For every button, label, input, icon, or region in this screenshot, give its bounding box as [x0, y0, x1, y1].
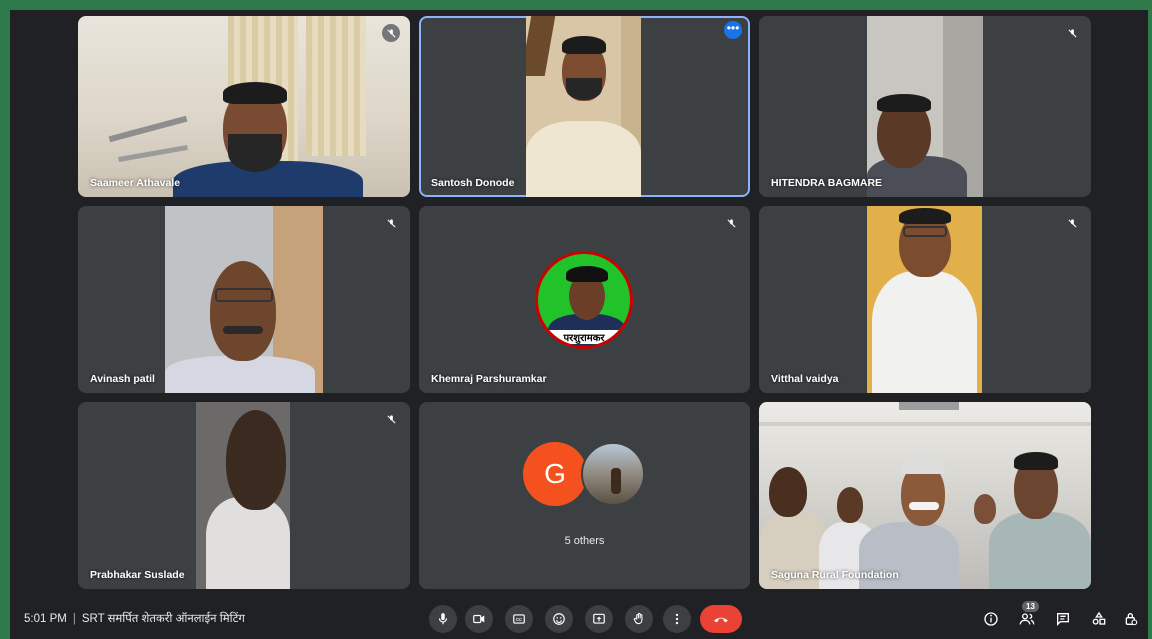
participant-name: Santosh Donode	[431, 177, 515, 189]
meeting-time: 5:01 PM	[24, 613, 67, 625]
people-icon	[1019, 613, 1035, 625]
participant-name: Prabhakar Suslade	[90, 569, 185, 581]
muted-mic-icon	[382, 214, 400, 232]
participant-tile[interactable]: Saameer Athavale	[78, 16, 410, 197]
participant-tile[interactable]: Prabhakar Suslade	[78, 402, 410, 589]
bottom-toolbar: 5:01 PM | SRT समर्पित शेतकरी ऑनलाईन मिटिंग…	[10, 597, 1148, 639]
more-options-button[interactable]	[663, 605, 691, 633]
participant-tile[interactable]: परशुरामकर Khemraj Parshuramkar	[419, 206, 750, 393]
muted-mic-icon	[382, 410, 400, 428]
participant-name: Saameer Athavale	[90, 177, 181, 189]
muted-mic-icon	[722, 214, 740, 232]
present-icon	[593, 613, 605, 624]
activities-button[interactable]	[1088, 608, 1110, 630]
participant-avatar: परशुरामकर	[535, 251, 633, 349]
camera-icon	[473, 614, 485, 624]
participant-name: Vitthal vaidya	[771, 373, 839, 385]
participant-video	[759, 402, 1091, 589]
meet-window: Saameer Athavale ••• Santosh Donode HITE…	[10, 10, 1148, 639]
participant-name: HITENDRA BAGMARE	[771, 177, 883, 189]
muted-mic-icon	[1063, 24, 1081, 42]
others-count-label: 5 others	[564, 535, 605, 547]
raise-hand-button[interactable]	[625, 605, 653, 633]
chat-icon	[1057, 613, 1069, 626]
muted-mic-icon	[1063, 214, 1081, 232]
more-options-icon[interactable]: •••	[724, 21, 742, 39]
meeting-title: SRT समर्पित शेतकरी ऑनलाईन मिटिंग	[81, 613, 245, 625]
participant-name: Saguna Rural Foundation	[771, 569, 899, 581]
participant-video	[196, 402, 290, 589]
others-avatar-letter: G	[523, 442, 587, 506]
participant-tile[interactable]: Vitthal vaidya	[759, 206, 1091, 393]
participant-video	[867, 16, 983, 197]
participant-video	[867, 206, 982, 393]
muted-mic-icon	[382, 24, 400, 42]
others-avatar-photo	[581, 442, 645, 506]
participant-tile[interactable]: Saguna Rural Foundation	[759, 402, 1091, 589]
chat-button[interactable]	[1052, 608, 1074, 630]
host-controls-button[interactable]	[1120, 608, 1142, 630]
participant-tile-active[interactable]: ••• Santosh Donode	[419, 16, 750, 197]
participant-video	[165, 206, 323, 393]
avatar-caption: परशुरामकर	[538, 330, 630, 344]
participant-video	[78, 16, 410, 197]
participant-tile[interactable]: HITENDRA BAGMARE	[759, 16, 1091, 197]
captions-button[interactable]: CC	[505, 605, 533, 633]
activities-icon	[1092, 611, 1106, 625]
more-options-icon	[675, 613, 679, 625]
end-call-button[interactable]	[700, 605, 742, 633]
emoji-button[interactable]	[545, 605, 573, 633]
others-tile[interactable]: G 5 others	[419, 402, 750, 589]
info-icon	[984, 612, 998, 626]
meeting-info: 5:01 PM | SRT समर्पित शेतकरी ऑनलाईन मिटिंग	[24, 613, 245, 625]
captions-icon: CC	[513, 614, 525, 624]
participant-name: Khemraj Parshuramkar	[431, 373, 547, 385]
avatar-letter: G	[544, 458, 566, 489]
end-call-icon	[714, 617, 728, 623]
host-controls-icon	[1125, 613, 1138, 626]
svg-text:CC: CC	[516, 617, 522, 622]
participant-tile[interactable]: Avinash patil	[78, 206, 410, 393]
emoji-icon	[553, 613, 565, 625]
info-button[interactable]	[980, 608, 1002, 630]
participant-video	[526, 16, 641, 197]
participant-name: Avinash patil	[90, 373, 155, 385]
microphone-button[interactable]	[429, 605, 457, 633]
raise-hand-icon	[633, 612, 643, 625]
people-button[interactable]: 13	[1016, 601, 1039, 630]
microphone-icon	[438, 613, 448, 625]
participants-count-badge: 13	[1022, 601, 1039, 612]
camera-button[interactable]	[465, 605, 493, 633]
present-button[interactable]	[585, 605, 613, 633]
